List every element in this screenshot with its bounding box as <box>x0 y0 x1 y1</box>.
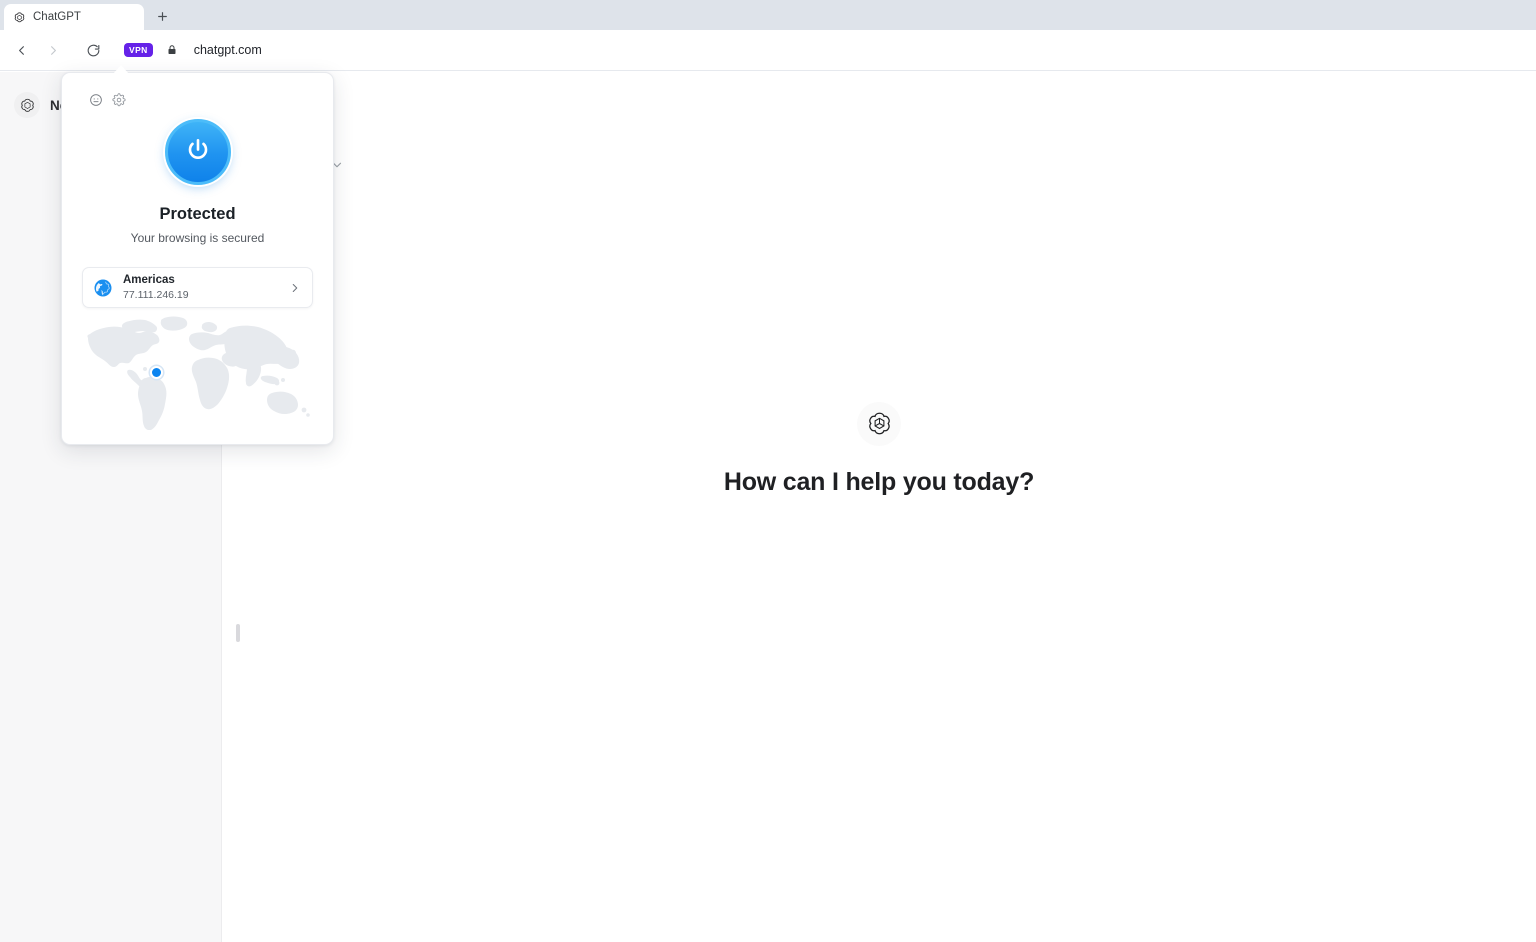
url-text[interactable]: chatgpt.com <box>194 43 262 57</box>
chevron-right-icon[interactable] <box>288 281 302 295</box>
vpn-location-texts: Americas 77.111.246.19 <box>123 273 278 302</box>
tab-title: ChatGPT <box>33 11 81 23</box>
vpn-popup-panel: Protected Your browsing is secured Ameri… <box>61 65 334 445</box>
new-tab-button[interactable] <box>150 4 174 28</box>
lock-icon[interactable] <box>166 44 178 56</box>
vpn-popup-header <box>62 73 333 107</box>
tab-chatgpt[interactable]: ChatGPT <box>4 4 144 30</box>
vpn-status-subtitle: Your browsing is secured <box>130 231 265 245</box>
forward-arrow-icon <box>38 35 68 65</box>
location-dot-icon <box>150 366 163 379</box>
smiley-face-icon[interactable] <box>89 93 103 107</box>
browser-toolbar: VPN chatgpt.com <box>0 30 1536 71</box>
greeting-block: How can I help you today? <box>723 401 1035 497</box>
globe-icon <box>93 278 113 298</box>
openai-logo-icon <box>13 11 26 24</box>
openai-logo-icon <box>14 92 40 118</box>
reload-icon[interactable] <box>78 35 108 65</box>
vpn-power-wrap <box>62 119 333 185</box>
vpn-extension-badge[interactable]: VPN <box>124 43 153 57</box>
vpn-power-toggle-button[interactable] <box>164 119 231 185</box>
vpn-location-ip: 77.111.246.19 <box>123 288 189 301</box>
back-arrow-icon[interactable] <box>6 35 36 65</box>
browser-chrome: ChatGPT VPN chatgpt.com <box>0 0 1536 71</box>
openai-logo-icon <box>857 401 901 446</box>
world-map <box>80 308 317 431</box>
vpn-location-selector[interactable]: Americas 77.111.246.19 <box>82 267 313 308</box>
tab-strip: ChatGPT <box>0 0 1536 30</box>
page-title: How can I help you today? <box>723 467 1035 496</box>
main-content: How can I help you today? <box>222 72 1536 942</box>
vpn-status-title: Protected <box>159 205 236 223</box>
vpn-location-region: Americas <box>123 274 175 287</box>
gear-icon[interactable] <box>112 93 126 107</box>
power-icon <box>183 135 213 170</box>
